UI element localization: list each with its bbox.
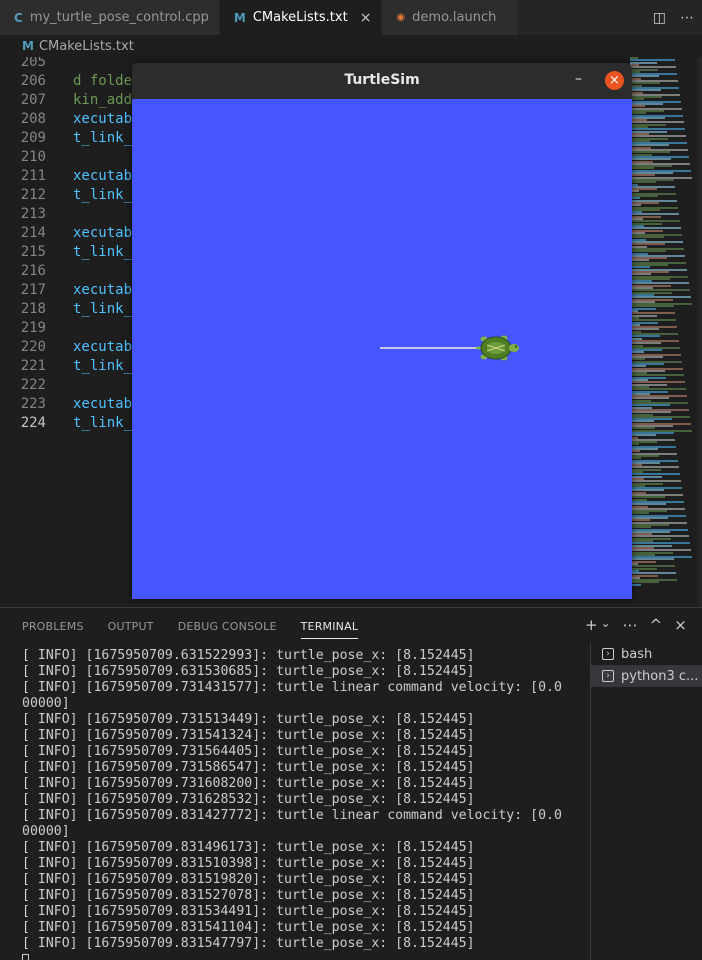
code-line[interactable]: xecutab xyxy=(73,338,132,357)
tab-my-turtle-pose-control[interactable]: C my_turtle_pose_control.cpp xyxy=(0,0,220,35)
line-number: 223 xyxy=(20,396,46,412)
line-number: 212 xyxy=(20,187,46,203)
terminal-line: [ INFO] [1675950709.831541104]: turtle_p… xyxy=(22,920,475,935)
line-number: 207 xyxy=(20,92,46,108)
minimap[interactable] xyxy=(627,57,697,607)
new-terminal-icon[interactable]: + xyxy=(585,616,598,634)
code-line[interactable]: t_link_ xyxy=(73,129,132,148)
code-line[interactable]: t_link_ xyxy=(73,357,132,376)
terminal-line: [ INFO] [1675950709.831427772]: turtle l… xyxy=(22,808,562,823)
line-number: 211 xyxy=(20,168,46,184)
turtlesim-titlebar[interactable]: TurtleSim – × xyxy=(132,63,632,99)
terminal-line: [ INFO] [1675950709.631522993]: turtle_p… xyxy=(22,648,475,663)
close-window-button[interactable]: × xyxy=(605,71,624,90)
breadcrumb: M CMakeLists.txt xyxy=(0,35,702,57)
cpp-file-icon: C xyxy=(14,10,23,25)
panel-tabs: PROBLEMS OUTPUT DEBUG CONSOLE TERMINAL xyxy=(22,620,359,639)
terminal-line: [ INFO] [1675950709.731628532]: turtle_p… xyxy=(22,792,475,807)
maximize-panel-icon[interactable]: ^ xyxy=(650,616,663,634)
close-panel-icon[interactable]: × xyxy=(674,616,687,634)
line-number: 221 xyxy=(20,358,46,374)
line-number: 222 xyxy=(20,377,46,393)
editor-scrollbar[interactable] xyxy=(697,57,702,607)
terminal-line: [ INFO] [1675950709.831510398]: turtle_p… xyxy=(22,856,475,871)
line-number: 220 xyxy=(20,339,46,355)
line-number: 206 xyxy=(20,73,46,89)
line-number: 208 xyxy=(20,111,46,127)
terminal-line: [ INFO] [1675950709.731586547]: turtle_p… xyxy=(22,760,475,775)
terminal-line: [ INFO] [1675950709.731541324]: turtle_p… xyxy=(22,728,475,743)
terminal-line: [ INFO] [1675950709.831519820]: turtle_p… xyxy=(22,872,475,887)
terminal-line: [ INFO] [1675950709.731608200]: turtle_p… xyxy=(22,776,475,791)
split-editor-icon[interactable]: ◫ xyxy=(653,10,666,26)
tab-label: demo.launch xyxy=(412,10,497,25)
terminal-line: [ INFO] [1675950709.731513449]: turtle_p… xyxy=(22,712,475,727)
terminal-icon: › xyxy=(602,648,614,660)
line-number: 224 xyxy=(20,415,46,431)
code-line[interactable]: d folde xyxy=(73,72,132,91)
editor-tab-bar: C my_turtle_pose_control.cpp M CMakeList… xyxy=(0,0,702,35)
code-line[interactable]: t_link_ xyxy=(73,300,132,319)
tab-terminal[interactable]: TERMINAL xyxy=(300,620,359,639)
turtlesim-window: TurtleSim – × xyxy=(132,63,632,599)
terminal-line: [ INFO] [1675950709.731431577]: turtle l… xyxy=(22,680,562,695)
code-line[interactable]: t_link_ xyxy=(73,186,132,205)
breadcrumb-file[interactable]: CMakeLists.txt xyxy=(39,39,134,54)
terminal-line: [ INFO] [1675950709.831547797]: turtle_p… xyxy=(22,936,475,951)
turtlesim-canvas xyxy=(132,99,632,599)
line-number: 219 xyxy=(20,320,46,336)
terminal-cursor[interactable] xyxy=(22,952,582,960)
close-tab-icon[interactable]: × xyxy=(360,10,372,26)
terminal-item-label: python3 c... xyxy=(621,668,699,684)
line-number: 210 xyxy=(20,149,46,165)
tab-debug-console[interactable]: DEBUG CONSOLE xyxy=(178,620,277,639)
tab-problems[interactable]: PROBLEMS xyxy=(22,620,84,639)
tab-label: CMakeLists.txt xyxy=(252,10,348,25)
tab-output[interactable]: OUTPUT xyxy=(108,620,154,639)
terminal-icon: › xyxy=(602,670,614,682)
code-line[interactable]: xecutab xyxy=(73,395,132,414)
chevron-down-icon[interactable]: ⌄ xyxy=(601,616,611,634)
line-number: 218 xyxy=(20,301,46,317)
code-line[interactable]: kin_add xyxy=(73,91,132,110)
cmake-file-icon: M xyxy=(22,39,34,53)
line-number: 216 xyxy=(20,263,46,279)
code-line[interactable]: xecutab xyxy=(73,167,132,186)
minimize-icon[interactable]: – xyxy=(575,71,582,87)
line-number: 214 xyxy=(20,225,46,241)
line-number: 213 xyxy=(20,206,46,222)
terminal-output[interactable]: [ INFO] [1675950709.631522993]: turtle_p… xyxy=(22,648,582,960)
terminal-list: › bash › python3 c... xyxy=(590,643,702,960)
terminal-item-label: bash xyxy=(621,646,653,662)
bottom-panel: PROBLEMS OUTPUT DEBUG CONSOLE TERMINAL +… xyxy=(0,607,702,960)
line-number: 209 xyxy=(20,130,46,146)
tab-cmakelists[interactable]: M CMakeLists.txt × xyxy=(219,0,383,35)
cmake-file-icon: M xyxy=(233,10,246,25)
code-line[interactable]: t_link_ xyxy=(73,243,132,262)
code-line[interactable]: xecutab xyxy=(73,281,132,300)
terminal-line: [ INFO] [1675950709.831534491]: turtle_p… xyxy=(22,904,475,919)
line-number: 217 xyxy=(20,282,46,298)
terminal-line: [ INFO] [1675950709.731564405]: turtle_p… xyxy=(22,744,475,759)
window-title: TurtleSim xyxy=(344,72,420,88)
tab-label: my_turtle_pose_control.cpp xyxy=(29,10,209,25)
terminal-line: [ INFO] [1675950709.831527078]: turtle_p… xyxy=(22,888,475,903)
panel-actions: + ⌄ ⋯ ^ × xyxy=(585,616,687,634)
line-number: 215 xyxy=(20,244,46,260)
code-line[interactable]: t_link_ xyxy=(73,414,132,433)
code-line[interactable]: xecutab xyxy=(73,224,132,243)
terminal-line: [ INFO] [1675950709.831496173]: turtle_p… xyxy=(22,840,475,855)
code-line[interactable]: xecutab xyxy=(73,110,132,129)
terminal-item-bash[interactable]: › bash xyxy=(591,643,702,665)
more-actions-icon[interactable]: ⋯ xyxy=(623,616,638,634)
terminal-line: 00000] xyxy=(22,824,70,839)
terminal-item-python3[interactable]: › python3 c... xyxy=(591,665,702,687)
line-number: 205 xyxy=(20,57,46,70)
terminal-line: 00000] xyxy=(22,696,70,711)
terminal-line: [ INFO] [1675950709.631530685]: turtle_p… xyxy=(22,664,475,679)
tab-demo-launch[interactable]: ◉ demo.launch xyxy=(382,0,520,35)
more-actions-icon[interactable]: ⋯ xyxy=(680,10,694,26)
rss-icon: ◉ xyxy=(396,12,406,23)
